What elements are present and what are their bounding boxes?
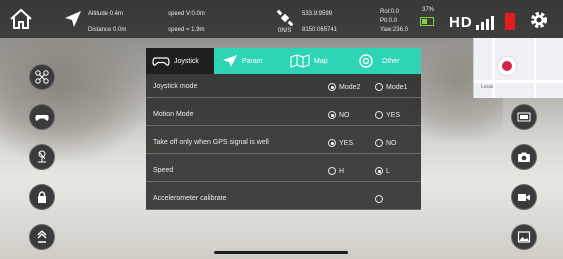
hd-label: HD <box>449 14 473 31</box>
option-label: YES <box>386 111 401 119</box>
settings-tabs: Joystick Param Map Other <box>146 48 421 74</box>
option-yes[interactable]: YES <box>328 138 353 148</box>
video-button[interactable] <box>511 184 537 210</box>
tab-label: Map <box>314 57 328 65</box>
takeoff-button[interactable] <box>29 224 55 250</box>
option-label: L <box>386 167 390 175</box>
option-no[interactable]: NO <box>375 138 397 148</box>
sd-card-icon <box>505 13 515 30</box>
map-icon <box>290 54 310 68</box>
longitude-readout: 8150:065741 <box>302 27 338 33</box>
option-label: H <box>339 167 345 175</box>
video-icon <box>518 194 530 201</box>
gps-takeoff-row: Take off only when GPS signal is well YE… <box>146 132 421 154</box>
yaw-readout: Yaw:236.0 <box>380 27 408 33</box>
battery-percent: 37% <box>422 7 435 13</box>
lock-button[interactable] <box>29 184 55 210</box>
paper-plane-icon <box>223 55 237 67</box>
radio-selected[interactable] <box>375 167 383 175</box>
landing-button[interactable] <box>29 144 55 170</box>
joystick-mode-row: Joystick mode Mode2 Mode1 <box>146 76 421 98</box>
gamepad-button[interactable] <box>29 104 55 130</box>
camera-settings-button[interactable] <box>511 104 537 130</box>
radio-unselected[interactable] <box>328 167 336 175</box>
radio-unselected[interactable] <box>375 111 383 119</box>
gallery-button[interactable] <box>511 224 537 250</box>
top-status-bar: Altitude 0.4m Distance 0.0m speed V:0.0m… <box>0 0 563 38</box>
radio-selected[interactable] <box>328 111 336 119</box>
radio-selected[interactable] <box>328 83 336 91</box>
settings-panel: Joystick Param Map Other Joystick mode M… <box>146 48 421 210</box>
radio-selected[interactable] <box>328 139 336 147</box>
altitude-readout: Altitude 0.4m <box>88 11 124 17</box>
roll-readout: Rol:0.0 <box>380 9 400 15</box>
option-yes[interactable]: YES <box>375 110 400 120</box>
radio-unselected[interactable] <box>375 83 383 91</box>
setting-label: Take off only when GPS signal is well <box>153 139 269 146</box>
radio-unselected[interactable] <box>375 195 383 203</box>
option-label: Mode2 <box>339 83 361 91</box>
tab-other[interactable]: Other <box>358 48 420 74</box>
camera-icon <box>518 152 530 162</box>
option-label: NO <box>386 139 397 147</box>
background-scene <box>0 40 150 160</box>
option-no[interactable]: NO <box>328 110 350 120</box>
lock-icon <box>38 191 46 203</box>
tab-label: Other <box>382 57 400 65</box>
camera-button[interactable] <box>511 144 537 170</box>
gamepad-icon <box>35 115 49 121</box>
satellite-icon <box>276 9 294 27</box>
battery-icon <box>420 17 434 26</box>
takeoff-icon <box>37 230 47 243</box>
map-label: Local <box>481 84 493 90</box>
distance-readout: Distance 0.0m <box>88 27 127 33</box>
drone-button[interactable] <box>29 64 55 90</box>
home-icon[interactable] <box>8 7 34 31</box>
radio-unselected[interactable] <box>375 139 383 147</box>
signal-strength-icon <box>476 14 498 30</box>
setting-label: Accelerometer calibrate <box>153 195 227 202</box>
option-label: NO <box>339 111 350 119</box>
tab-map[interactable]: Map <box>290 48 350 74</box>
tab-param[interactable]: Param <box>222 48 284 74</box>
setting-label: Joystick mode <box>153 83 198 90</box>
tab-label: Joystick <box>174 57 199 65</box>
latitude-readout: 533.9:9599 <box>302 11 333 17</box>
horizontal-speed-readout: speed = 1.9m <box>168 27 205 33</box>
option-high[interactable]: H <box>328 166 344 176</box>
pitch-readout: Pit:0.0 <box>380 18 398 24</box>
option-mode2[interactable]: Mode2 <box>328 82 360 92</box>
navigation-arrow-icon <box>65 11 81 27</box>
drone-icon <box>35 70 49 84</box>
gallery-icon <box>517 231 531 243</box>
motion-mode-row: Motion Mode NO YES <box>146 104 421 126</box>
option-label: Mode1 <box>386 83 408 91</box>
gamepad-icon <box>152 56 170 66</box>
landing-icon <box>38 150 46 163</box>
accel-calibrate-row: Accelerometer calibrate <box>146 188 421 210</box>
settings-icon <box>359 54 373 68</box>
home-indicator[interactable] <box>214 251 348 254</box>
gps-sat-readout: 0N/S <box>278 28 292 34</box>
drone-location-pin <box>498 57 516 75</box>
vertical-speed-readout: speed V:0.0m <box>168 11 205 17</box>
option-low[interactable]: L <box>375 166 390 176</box>
option-label: YES <box>339 139 354 147</box>
speed-row: Speed H L <box>146 160 421 182</box>
option-mode1[interactable]: Mode1 <box>375 82 407 92</box>
setting-label: Speed <box>153 167 174 174</box>
setting-label: Motion Mode <box>153 111 194 118</box>
tab-joystick[interactable]: Joystick <box>146 48 214 74</box>
camera-settings-icon <box>517 112 531 122</box>
tab-label: Param <box>242 57 263 65</box>
gear-icon[interactable] <box>528 9 550 31</box>
accel-calibrate-toggle[interactable] <box>375 194 386 204</box>
